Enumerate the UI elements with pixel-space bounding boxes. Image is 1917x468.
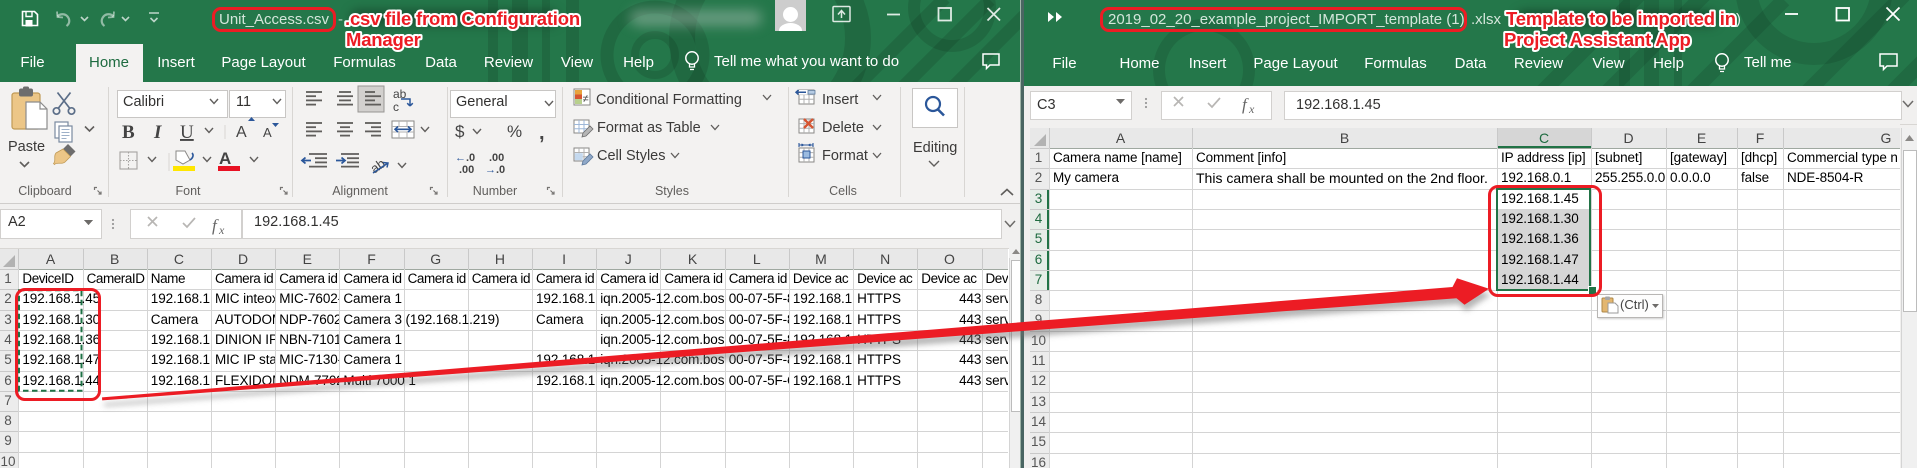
svg-text:Manager: Manager [346,29,421,50]
svg-text:Template to be imported in: Template to be imported in [1506,8,1736,29]
svg-text:Project Assistant App: Project Assistant App [1504,29,1691,50]
svg-text:.csv file from Configuration: .csv file from Configuration [345,8,580,29]
